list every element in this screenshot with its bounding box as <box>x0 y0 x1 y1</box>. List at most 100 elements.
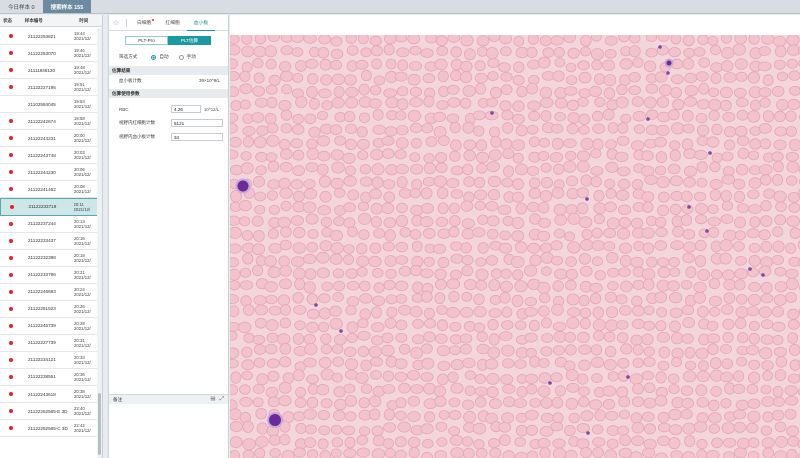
red-blood-cell <box>423 331 436 343</box>
table-row[interactable]: 21122242674 19:58 2021/12/ <box>0 113 98 131</box>
table-row[interactable]: 21122233719 20:11 2021/12/ <box>0 198 98 216</box>
table-row[interactable]: 21122227195 19:51 2021/12/ <box>0 79 98 97</box>
red-blood-cell <box>671 122 685 135</box>
table-row[interactable]: 21122252565-E 3D 22:40 2021/12/ <box>0 403 98 421</box>
analysis-panel: ☆ 白细胞 红细胞 血小板 PLT-Pro PLT估算 筛选方式 自动 手动 估… <box>108 15 229 458</box>
table-row[interactable]: 21122234121 20:33 2021/12/ <box>0 352 98 369</box>
expand-icon[interactable]: ⤢ <box>220 396 224 403</box>
list-scrollbar[interactable] <box>97 28 102 458</box>
red-blood-cell <box>749 320 760 331</box>
red-blood-cell <box>748 254 761 267</box>
red-blood-cell <box>290 179 304 190</box>
table-row[interactable]: 21102584045 19:53 2021/12/ <box>0 96 98 114</box>
red-blood-cell <box>394 149 407 160</box>
table-row[interactable]: 21122245739 20:28 2021/12/ <box>0 318 98 335</box>
red-blood-cell <box>473 125 485 137</box>
red-blood-cell <box>667 373 680 385</box>
blood-smear-image[interactable] <box>230 35 800 458</box>
red-blood-cell <box>564 231 576 242</box>
red-blood-cell <box>697 35 709 45</box>
red-blood-cell <box>529 254 542 267</box>
radio-auto[interactable]: 自动 <box>151 54 169 60</box>
radio-manual[interactable]: 手动 <box>178 54 196 60</box>
tab-today-samples[interactable]: 今日样本 0 <box>0 0 43 13</box>
screenshot-icon[interactable]: ▤ <box>210 396 215 403</box>
table-row[interactable]: 21122233437 20:16 2021/12/ <box>0 233 98 250</box>
table-row[interactable]: 21122238551 20:36 2021/12/ <box>0 369 98 386</box>
red-blood-cell <box>632 357 644 369</box>
red-blood-cell <box>759 97 771 108</box>
red-blood-cell <box>280 226 292 238</box>
red-blood-cell <box>785 242 797 254</box>
table-row[interactable]: 21122251523 20:26 2021/12/ <box>0 301 98 318</box>
red-blood-cell <box>230 347 240 359</box>
fov-plt-input[interactable]: 34 <box>171 133 223 141</box>
red-blood-cell <box>565 150 577 161</box>
red-blood-cell <box>330 229 343 242</box>
table-row[interactable]: 21122244230 20:06 2021/12/ <box>0 164 98 182</box>
table-row[interactable]: 21122227739 20:31 2021/12/ <box>0 335 98 352</box>
sample-id: 21122227195 <box>28 84 56 90</box>
tab-search-samples[interactable]: 搜索样本 155 <box>42 0 92 13</box>
sample-id: 21122246683 <box>28 289 56 295</box>
rbc-input[interactable]: 4.26 <box>171 105 201 113</box>
table-row[interactable]: 21122243618 20:38 2021/12/ <box>0 386 98 404</box>
table-row[interactable]: 21111948120 19:48 2021/12/ <box>0 62 98 80</box>
plt-estimate-button[interactable]: PLT估算 <box>168 36 211 45</box>
red-blood-cell <box>396 125 409 136</box>
fov-rbc-input[interactable]: 5121 <box>171 119 223 127</box>
table-row[interactable]: 21122233796 20:21 2021/12/ <box>0 267 98 284</box>
red-blood-cell <box>763 188 776 199</box>
plt-pro-button[interactable]: PLT-Pro <box>125 36 168 45</box>
header-sample-id[interactable]: 样本编号 <box>22 18 76 24</box>
status-cell <box>0 170 22 175</box>
red-blood-cell <box>424 411 436 423</box>
red-blood-cell <box>669 149 681 162</box>
red-blood-cell <box>490 136 502 148</box>
table-row[interactable]: 21122241462 20:08 2021/12/ <box>0 181 98 199</box>
red-blood-cell <box>448 345 461 356</box>
red-blood-cell <box>460 97 472 109</box>
red-blood-cell <box>656 124 670 136</box>
status-dot <box>9 187 13 192</box>
table-row[interactable]: 21122244231 20:00 2021/12/ <box>0 130 98 148</box>
red-blood-cell <box>693 149 708 160</box>
red-blood-cell <box>369 408 381 421</box>
red-blood-cell <box>771 321 786 332</box>
header-status[interactable]: 状态 <box>0 18 22 24</box>
scrollbar-thumb[interactable] <box>98 393 101 455</box>
red-blood-cell <box>369 242 382 254</box>
fov-plt-label: 视野内血小板计数 <box>119 134 155 139</box>
red-blood-cell <box>696 161 708 173</box>
red-blood-cell <box>230 280 241 291</box>
red-blood-cell <box>264 343 278 355</box>
tab-wbc[interactable]: 白细胞 <box>130 15 158 31</box>
remark-bar: 备注 ▤ ⤢ <box>109 394 228 404</box>
star-icon[interactable]: ☆ <box>109 19 123 27</box>
table-row[interactable]: 21122232398 20:19 2021/12/ <box>0 250 98 267</box>
estimate-params-section: 估算使用参数 <box>109 89 228 98</box>
red-blood-cell <box>433 175 448 188</box>
status-dot <box>9 409 13 414</box>
red-blood-cell <box>515 320 527 331</box>
table-row[interactable]: 21122253070 19:46 2021/12/ <box>0 45 98 63</box>
table-row[interactable]: 21122243748 20:03 2021/12/ <box>0 147 98 165</box>
red-blood-cell <box>343 217 356 229</box>
table-row[interactable]: 21122253821 19:44 2021/12/ <box>0 28 98 46</box>
red-blood-cell <box>395 332 408 343</box>
table-row[interactable]: 21122237244 20:13 2021/12/ <box>0 216 98 233</box>
red-blood-cell <box>735 306 749 318</box>
red-blood-cell <box>356 126 368 138</box>
sample-time-date: 2021/12/ <box>74 308 91 314</box>
tab-rbc[interactable]: 红细胞 <box>158 15 186 31</box>
sample-time-date: 2021/12/ <box>74 428 91 434</box>
tab-platelet[interactable]: 血小板 <box>186 15 216 31</box>
header-time[interactable]: 时间 <box>76 18 102 24</box>
red-blood-cell <box>252 175 266 188</box>
red-blood-cell <box>707 343 719 355</box>
red-blood-cell <box>432 243 446 254</box>
sample-id: 21122233796 <box>28 272 56 278</box>
table-row[interactable]: 21122252565-C 3D 22:42 2021/12/ <box>0 420 98 438</box>
red-blood-cell <box>526 424 538 436</box>
table-row[interactable]: 21122246683 20:24 2021/12/ <box>0 284 98 301</box>
